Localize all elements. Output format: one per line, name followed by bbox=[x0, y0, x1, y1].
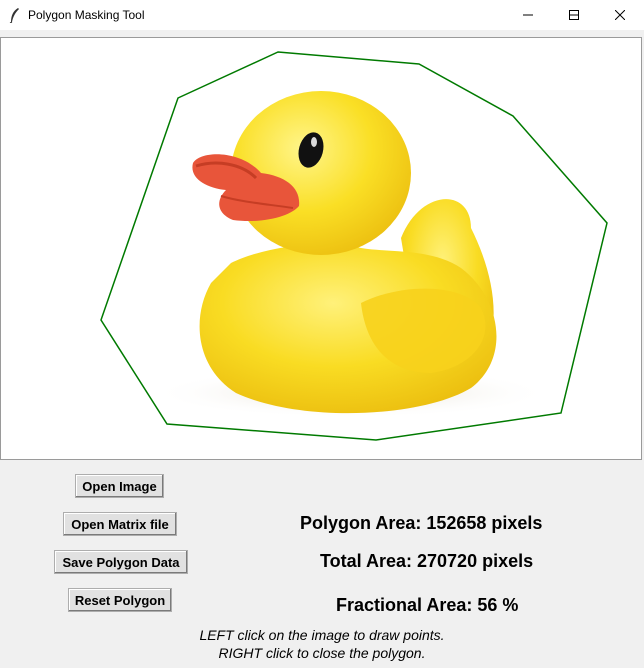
save-polygon-button[interactable]: Save Polygon Data bbox=[54, 550, 188, 574]
close-button[interactable] bbox=[597, 0, 643, 30]
image-canvas-drawing bbox=[100, 51, 608, 441]
rubber-duck-image bbox=[151, 91, 551, 418]
close-icon bbox=[615, 10, 625, 20]
polygon-area-label: Polygon Area: 152658 pixels bbox=[300, 513, 543, 533]
minimize-button-real[interactable] bbox=[505, 0, 551, 30]
maximize-icon bbox=[569, 10, 579, 20]
instruction-left-click: LEFT click on the image to draw points. bbox=[199, 627, 445, 643]
feather-icon bbox=[9, 8, 19, 23]
maximize-button[interactable] bbox=[551, 0, 597, 30]
minimize-icon bbox=[523, 14, 533, 16]
reset-polygon-button[interactable]: Reset Polygon bbox=[68, 588, 172, 612]
open-matrix-button[interactable]: Open Matrix file bbox=[63, 512, 177, 536]
fractional-area-label: Fractional Area: 56 % bbox=[336, 595, 519, 615]
total-area-label: Total Area: 270720 pixels bbox=[320, 551, 534, 571]
instruction-right-click: RIGHT click to close the polygon. bbox=[218, 645, 426, 661]
open-image-button[interactable]: Open Image bbox=[75, 474, 164, 498]
image-canvas[interactable] bbox=[0, 37, 642, 460]
window-title: Polygon Masking Tool bbox=[28, 8, 145, 22]
